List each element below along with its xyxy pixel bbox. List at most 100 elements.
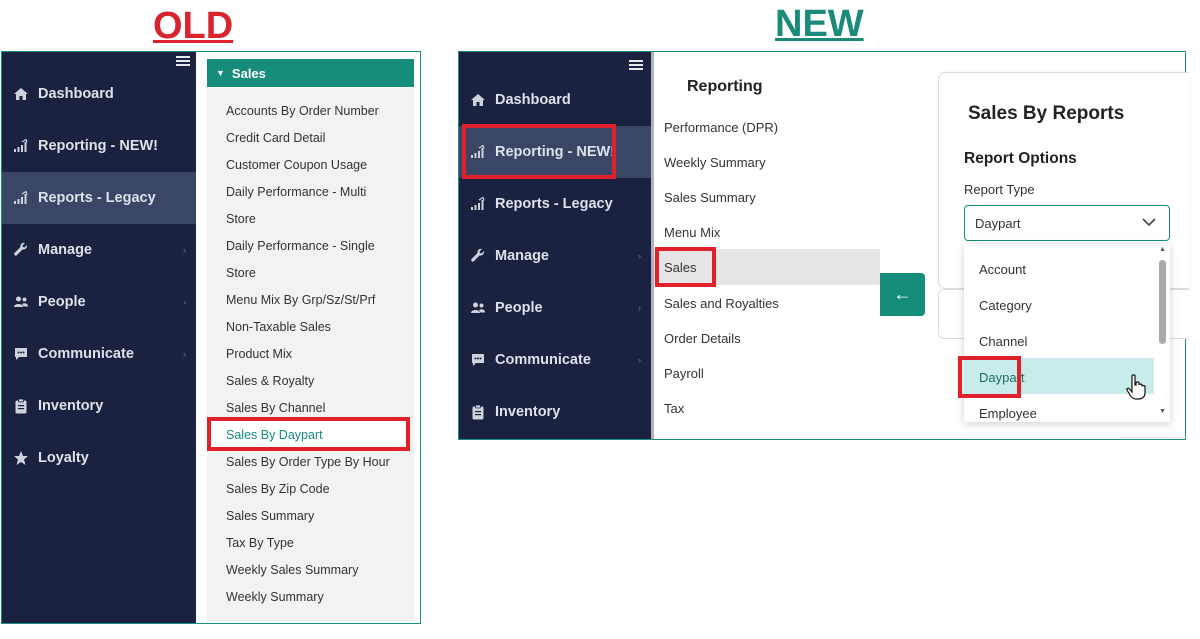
dropdown-scrollbar[interactable]: ▲ ▼	[1156, 244, 1170, 422]
report-list-item[interactable]: Credit Card Detail	[226, 131, 325, 145]
clipboard-icon	[13, 398, 29, 414]
report-list-item[interactable]: Sales Summary	[226, 509, 314, 523]
caret-down-icon: ▼	[216, 68, 225, 78]
wrench-icon	[13, 242, 29, 258]
report-list-item[interactable]: Sales By Channel	[226, 401, 325, 415]
divider-line	[1120, 437, 1186, 438]
chat-icon	[470, 352, 486, 368]
sidebar-item-loyalty[interactable]: Loyalty	[2, 432, 196, 484]
scroll-down-icon[interactable]: ▼	[1159, 408, 1166, 415]
people-icon	[13, 294, 29, 310]
report-list-item[interactable]: Accounts By Order Number	[226, 104, 379, 118]
scrollbar-thumb[interactable]	[1159, 260, 1166, 344]
sidebar-item-label: Dashboard	[495, 92, 571, 108]
sidebar-item-dashboard[interactable]: Dashboard	[459, 74, 651, 126]
sidebar-item-label: Dashboard	[38, 86, 114, 102]
reporting-menu-item[interactable]: Tax	[664, 401, 684, 416]
report-type-option[interactable]: Account	[979, 262, 1026, 277]
reporting-menu-item[interactable]: Sales Summary	[664, 190, 756, 205]
report-list-item[interactable]: Tax By Type	[226, 536, 294, 550]
report-options-title: Report Options	[964, 150, 1077, 167]
old-sidebar: Dashboard Reporting - NEW! Reports - Legac…	[2, 52, 196, 623]
chevron-right-icon: ›	[638, 303, 641, 313]
report-list-item[interactable]: Store	[226, 266, 256, 280]
sidebar-item-inventory[interactable]: Inventory	[2, 380, 196, 432]
sidebar-item-inventory[interactable]: Inventory	[459, 386, 651, 438]
report-type-select[interactable]: Daypart	[964, 205, 1170, 241]
sidebar-item-manage[interactable]: Manage ›	[459, 230, 651, 282]
scroll-up-icon[interactable]: ▲	[1159, 246, 1166, 253]
report-list-item[interactable]: Sales By Zip Code	[226, 482, 330, 496]
bar-chart-icon	[13, 138, 29, 154]
sidebar-item-label: Communicate	[495, 352, 591, 368]
wrench-icon	[470, 248, 486, 264]
report-list-item[interactable]: Sales By Order Type By Hour	[226, 455, 390, 469]
report-list-item[interactable]: Sales & Royalty	[226, 374, 314, 388]
new-heading: NEW	[775, 3, 864, 45]
chat-icon	[13, 346, 29, 362]
sidebar-item-communicate[interactable]: Communicate ›	[459, 334, 651, 386]
bar-chart-icon	[470, 196, 486, 212]
people-icon	[470, 300, 486, 316]
highlight-box-reporting-new	[462, 124, 616, 179]
sales-section-header[interactable]: ▼ Sales	[207, 59, 414, 87]
reporting-menu-item[interactable]: Performance (DPR)	[664, 120, 778, 135]
reporting-menu-item[interactable]: Menu Mix	[664, 225, 720, 240]
highlight-box-daypart	[958, 356, 1021, 398]
sidebar-item-dashboard[interactable]: Dashboard	[2, 68, 196, 120]
report-type-value: Daypart	[975, 216, 1021, 231]
bar-chart-icon	[13, 190, 29, 206]
sidebar-item-people[interactable]: People ›	[2, 276, 196, 328]
sidebar-item-label: Loyalty	[38, 450, 89, 466]
chevron-right-icon: ›	[183, 245, 186, 255]
sidebar-item-communicate[interactable]: Communicate ›	[2, 328, 196, 380]
reporting-menu-item[interactable]: Order Details	[664, 331, 741, 346]
sidebar-item-label: Reports - Legacy	[38, 190, 156, 206]
home-icon	[13, 86, 29, 102]
report-type-label: Report Type	[964, 182, 1035, 197]
reporting-menu-item[interactable]: Sales and Royalties	[664, 296, 779, 311]
report-list-item[interactable]: Store	[226, 212, 256, 226]
hand-pointer-icon	[1126, 374, 1146, 405]
chevron-right-icon: ›	[638, 355, 641, 365]
sidebar-item-label: Inventory	[495, 404, 561, 420]
chevron-down-icon	[1141, 214, 1157, 235]
reporting-menu-item[interactable]: Payroll	[664, 366, 704, 381]
highlight-box-sales-by-daypart	[207, 417, 410, 451]
report-list-item[interactable]: Weekly Summary	[226, 590, 324, 604]
star-icon	[13, 450, 29, 466]
sidebar-item-reporting-new[interactable]: Reporting - NEW!	[2, 120, 196, 172]
old-heading: OLD	[153, 5, 234, 47]
sidebar-item-reports-legacy[interactable]: Reports - Legacy	[2, 172, 196, 224]
card-title: Sales By Reports	[968, 103, 1125, 124]
report-type-option[interactable]: Category	[979, 298, 1032, 313]
reporting-menu-title: Reporting	[687, 78, 763, 95]
sidebar-item-label: People	[38, 294, 86, 310]
chevron-right-icon: ›	[638, 251, 641, 261]
report-list-item[interactable]: Weekly Sales Summary	[226, 563, 358, 577]
sidebar-item-people[interactable]: People ›	[459, 282, 651, 334]
sidebar-item-reports-legacy[interactable]: Reports - Legacy	[459, 178, 651, 230]
sales-section-label: Sales	[231, 65, 266, 81]
report-list-item[interactable]: Daily Performance - Multi	[226, 185, 366, 199]
report-type-option[interactable]: Employee	[979, 406, 1037, 421]
sidebar-item-label: Inventory	[38, 398, 104, 414]
report-list-item[interactable]: Daily Performance - Single	[226, 239, 375, 253]
report-type-option[interactable]: Channel	[979, 334, 1027, 349]
sidebar-item-label: People	[495, 300, 543, 316]
sidebar-item-label: Manage	[495, 248, 549, 264]
arrow-left-icon: ←	[893, 284, 912, 304]
hamburger-menu-icon[interactable]	[176, 56, 190, 66]
hamburger-menu-icon[interactable]	[629, 60, 643, 70]
sidebar-item-label: Reporting - NEW!	[38, 138, 159, 154]
clipboard-icon	[470, 404, 486, 420]
reporting-menu-item[interactable]: Weekly Summary	[664, 155, 766, 170]
back-arrow-button[interactable]: ←	[880, 273, 925, 316]
sidebar-item-label: Communicate	[38, 346, 134, 362]
report-list-item[interactable]: Non-Taxable Sales	[226, 320, 331, 334]
report-list-item[interactable]: Customer Coupon Usage	[226, 158, 367, 172]
report-list-item[interactable]: Product Mix	[226, 347, 292, 361]
sidebar-item-manage[interactable]: Manage ›	[2, 224, 196, 276]
new-sidebar: Dashboard Reporting - NEW! Reports - Legac…	[459, 52, 651, 439]
report-list-item[interactable]: Menu Mix By Grp/Sz/St/Prf	[226, 293, 375, 307]
